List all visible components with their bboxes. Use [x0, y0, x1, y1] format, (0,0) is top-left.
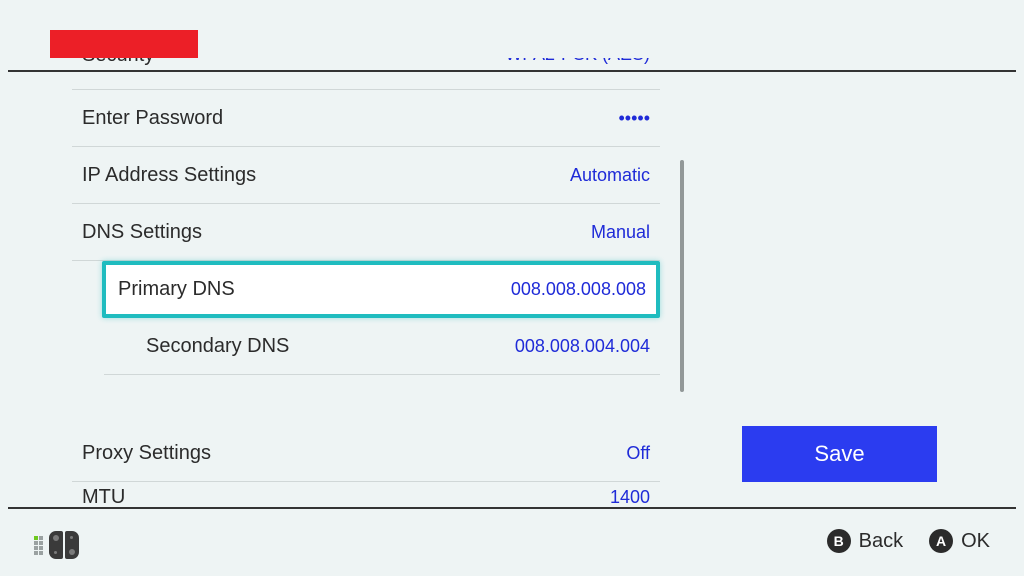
row-ip-address-settings[interactable]: IP Address Settings Automatic	[72, 147, 660, 204]
row-value: WPA2-PSK (AES)	[505, 58, 650, 65]
save-button[interactable]: Save	[742, 426, 937, 482]
footer-back-label: Back	[859, 530, 903, 553]
row-security[interactable]: Security WPA2-PSK (AES)	[72, 58, 660, 90]
save-button-label: Save	[814, 441, 864, 467]
row-label: Enter Password	[82, 107, 223, 130]
row-label: Proxy Settings	[82, 442, 211, 465]
row-value: 008.008.008.008	[511, 279, 646, 300]
row-label: DNS Settings	[82, 221, 202, 244]
row-label: MTU	[82, 486, 125, 509]
row-value: 008.008.004.004	[515, 336, 650, 357]
row-dns-settings[interactable]: DNS Settings Manual	[72, 204, 660, 261]
row-value: Automatic	[570, 165, 650, 186]
row-enter-password[interactable]: Enter Password •••••	[72, 90, 660, 147]
controller-status-icon	[34, 531, 79, 559]
a-button-icon: A	[929, 529, 953, 553]
row-label: Primary DNS	[118, 278, 235, 301]
row-label: Security	[82, 58, 154, 67]
row-value: •••••	[618, 108, 650, 129]
row-primary-dns[interactable]: Primary DNS 008.008.008.008	[102, 261, 660, 318]
row-proxy-settings[interactable]: Proxy Settings Off	[72, 425, 660, 482]
footer-bar: B Back A OK	[0, 509, 1024, 576]
footer-back-button[interactable]: B Back	[827, 529, 903, 553]
row-label: Secondary DNS	[146, 335, 289, 358]
row-value: 1400	[610, 487, 650, 508]
joycon-left-icon	[49, 531, 63, 559]
row-value: Manual	[591, 222, 650, 243]
row-value: Off	[626, 443, 650, 464]
footer-ok-button[interactable]: A OK	[929, 529, 990, 553]
row-label: IP Address Settings	[82, 164, 256, 187]
b-button-icon: B	[827, 529, 851, 553]
row-secondary-dns[interactable]: Secondary DNS 008.008.004.004	[104, 318, 660, 375]
redacted-title-block	[50, 30, 198, 58]
scrollbar[interactable]	[680, 160, 684, 392]
list-gap	[72, 375, 660, 425]
footer-ok-label: OK	[961, 530, 990, 553]
settings-list: Security WPA2-PSK (AES) Enter Password •…	[72, 58, 660, 512]
joycon-right-icon	[65, 531, 79, 559]
